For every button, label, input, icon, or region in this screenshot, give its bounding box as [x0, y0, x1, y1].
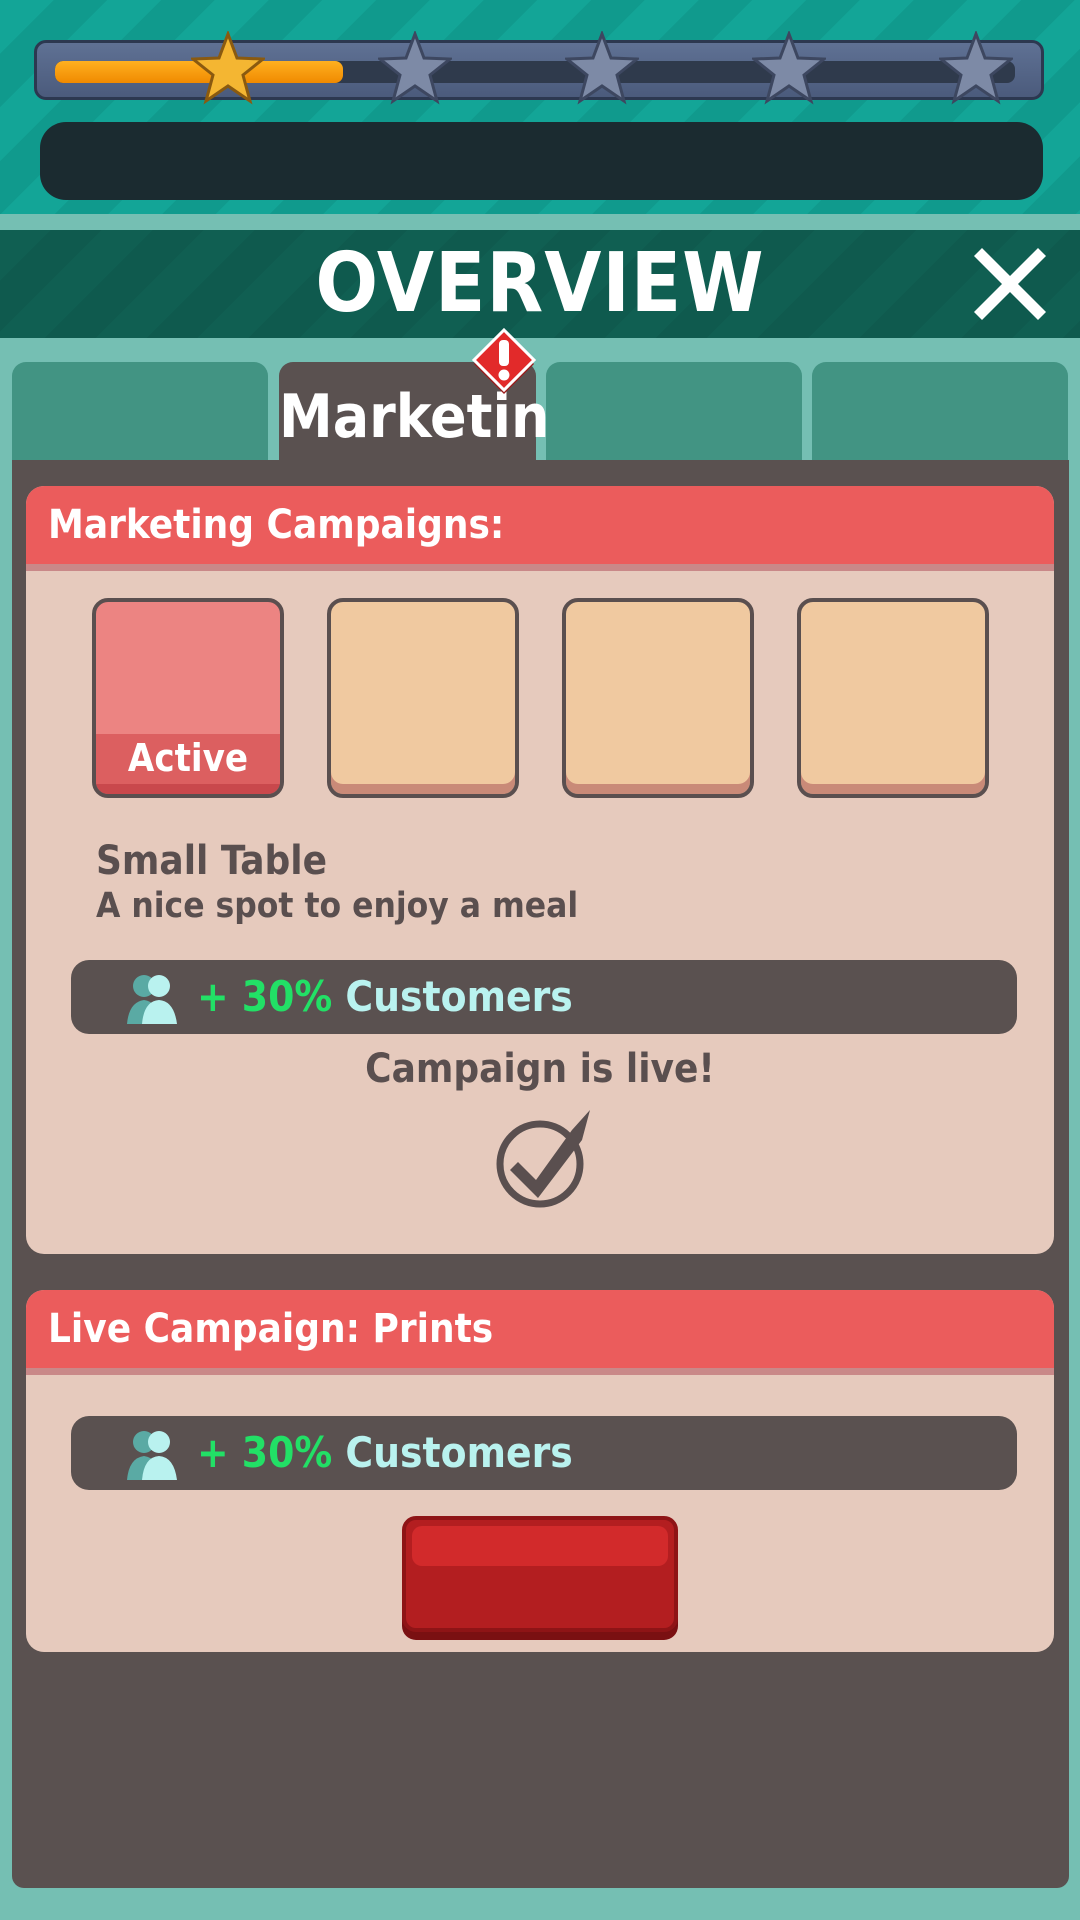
bonus-label: Customers: [345, 1428, 573, 1477]
campaign-item-name: Small Table: [96, 838, 328, 884]
star-locked-icon: [752, 31, 826, 105]
star-locked-icon: [939, 31, 1013, 105]
star-earned-icon: [191, 31, 265, 105]
level-progress-bar: [34, 31, 1044, 105]
campaign-slot-1[interactable]: Active: [92, 598, 284, 798]
stop-campaign-button[interactable]: [402, 1516, 678, 1632]
tab-4[interactable]: [812, 362, 1068, 460]
bonus-text: + 30% Customers: [197, 1416, 573, 1490]
campaign-slot-4[interactable]: [797, 598, 989, 798]
campaign-bonus: + 30% Customers: [71, 960, 1017, 1034]
customer-icon: [127, 975, 177, 1024]
panel-title: OVERVIEW: [315, 236, 765, 331]
campaign-slot-2[interactable]: [327, 598, 519, 798]
live-campaign-title: Live Campaign: Prints: [26, 1290, 1054, 1375]
campaign-item-description: A nice spot to enjoy a meal: [96, 886, 579, 926]
star-locked-icon: [565, 31, 639, 105]
bonus-value: + 30%: [197, 1428, 333, 1477]
close-icon[interactable]: [972, 246, 1048, 322]
tab-3[interactable]: [546, 362, 802, 460]
button-gloss: [412, 1526, 668, 1566]
marketing-campaigns-title: Marketing Campaigns:: [26, 486, 1054, 571]
campaign-slot-3[interactable]: [562, 598, 754, 798]
bonus-label: Customers: [345, 972, 573, 1021]
bonus-value: + 30%: [197, 972, 333, 1021]
checkmark-icon: [496, 1110, 590, 1208]
star-locked-icon: [378, 31, 452, 105]
campaign-status-text: Campaign is live!: [365, 1046, 715, 1092]
exclamation-icon: [471, 327, 537, 394]
live-campaign-bonus: + 30% Customers: [71, 1416, 1017, 1490]
tab-1[interactable]: [12, 362, 268, 460]
bonus-text: + 30% Customers: [197, 960, 573, 1034]
campaign-slot-1-label: Active: [96, 734, 280, 784]
status-strip: [40, 122, 1043, 200]
customer-icon: [127, 1431, 177, 1480]
